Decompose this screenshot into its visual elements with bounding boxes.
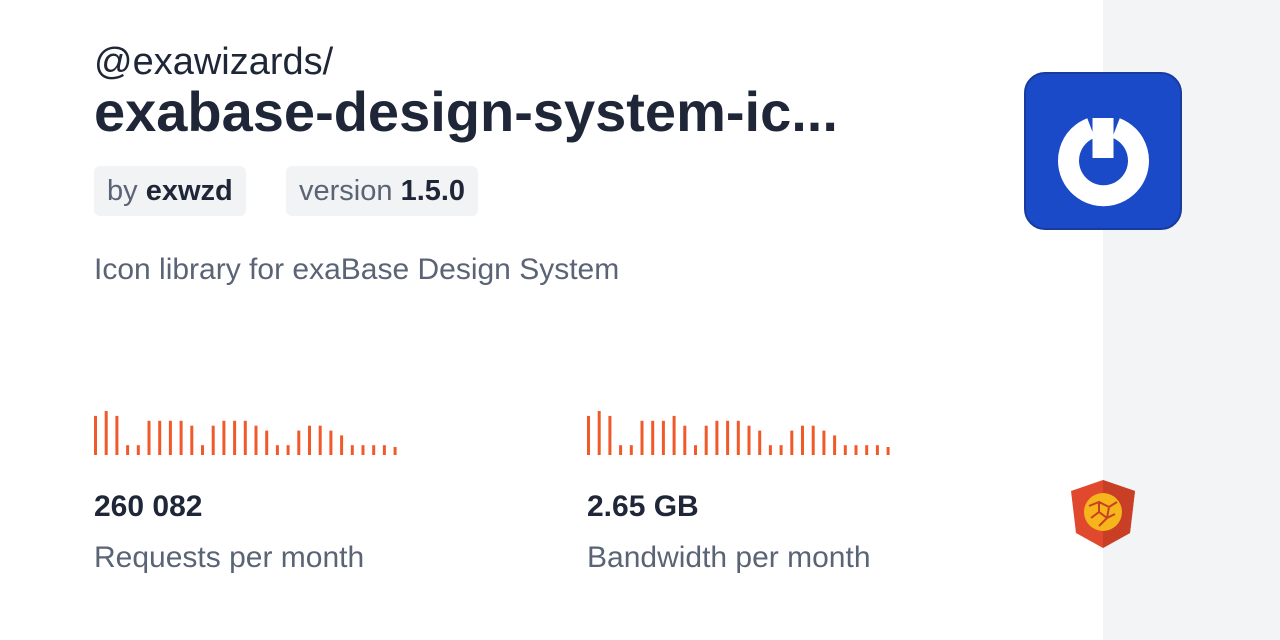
bandwidth-sparkline (587, 411, 890, 455)
spark-bar (608, 415, 612, 455)
spark-bar (318, 425, 322, 455)
version-number: 1.5.0 (400, 175, 466, 207)
spark-bar (801, 425, 804, 455)
spark-bar (393, 447, 397, 455)
spark-bar (136, 445, 140, 455)
spark-bar (308, 425, 311, 455)
spark-bar (822, 430, 826, 455)
spark-bar (661, 420, 665, 455)
spark-bar (147, 420, 151, 455)
spark-bar (179, 420, 183, 455)
spark-bar (286, 445, 290, 455)
spark-bar (115, 415, 119, 455)
package-description: Icon library for exaBase Design System (94, 253, 620, 286)
spark-bar (597, 411, 601, 455)
spark-bar (811, 425, 815, 455)
version-badge: version 1.5.0 (286, 166, 479, 216)
spark-bar (126, 445, 130, 455)
spark-bar (672, 415, 676, 455)
author-prefix: by (107, 175, 138, 207)
spark-bar (275, 445, 279, 455)
spark-bar (587, 415, 590, 455)
spark-bar (619, 445, 623, 455)
spark-bar (243, 420, 247, 455)
spark-bar (843, 445, 847, 455)
spark-bar (854, 445, 858, 455)
spark-bar (683, 425, 687, 455)
spark-bar (222, 420, 226, 455)
spark-bar (350, 445, 354, 455)
spark-bar (640, 420, 644, 455)
spark-bar (790, 430, 794, 455)
spark-bar (886, 447, 890, 455)
spark-bar (726, 420, 730, 455)
author-name: exwzd (145, 175, 233, 207)
spark-bar (758, 430, 762, 455)
version-prefix: version (299, 175, 393, 207)
spark-bar (265, 430, 269, 455)
spark-bar (329, 430, 333, 455)
spark-bar (94, 415, 97, 455)
spark-bar (704, 425, 708, 455)
spark-bar (372, 445, 376, 455)
spark-bar (254, 425, 258, 455)
requests-value: 260 082 (94, 490, 203, 523)
spark-bar (629, 445, 633, 455)
spark-bar (747, 425, 751, 455)
spark-bar (201, 445, 204, 455)
jsdelivr-shield-icon (1071, 480, 1135, 548)
spark-bar (833, 435, 837, 455)
spark-bar (865, 445, 869, 455)
spark-bar (875, 445, 879, 455)
spark-bar (382, 445, 386, 455)
package-scope: @exawizards/ (94, 41, 334, 83)
spark-bar (736, 420, 740, 455)
author-badge: by exwzd (94, 166, 246, 216)
spark-bar (694, 445, 697, 455)
power-ring-logo-icon (1024, 72, 1182, 230)
spark-bar (361, 445, 365, 455)
requests-label: Requests per month (94, 541, 365, 574)
spark-bar (190, 425, 194, 455)
bandwidth-label: Bandwidth per month (587, 541, 871, 574)
spark-bar (340, 435, 344, 455)
spark-bar (168, 420, 172, 455)
requests-sparkline (94, 411, 397, 455)
spark-bar (651, 420, 655, 455)
spark-bar (779, 445, 783, 455)
spark-bar (104, 411, 108, 455)
spark-bar (158, 420, 162, 455)
spark-bar (233, 420, 237, 455)
spark-bar (768, 445, 772, 455)
spark-bar (715, 420, 719, 455)
spark-bar (297, 430, 301, 455)
spark-bar (211, 425, 215, 455)
package-name: exabase-design-system-ic... (94, 80, 838, 143)
bandwidth-value: 2.65 GB (587, 490, 699, 523)
